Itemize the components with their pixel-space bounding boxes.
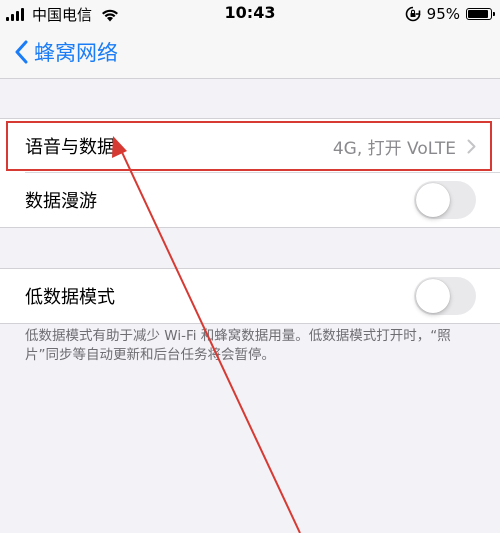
voice-data-value: 4G, 打开 VoLTE [332, 138, 456, 159]
toggle-knob [416, 279, 450, 313]
status-right: 95% [405, 4, 495, 24]
data-roaming-label: 数据漫游 [25, 191, 97, 212]
low-data-mode-label: 低数据模式 [25, 287, 115, 308]
cellular-options-group: 语音与数据 4G, 打开 VoLTE 数据漫游 [0, 118, 500, 228]
low-data-mode-row: 低数据模式 [0, 269, 500, 323]
data-roaming-toggle[interactable] [414, 181, 476, 219]
battery-level [468, 10, 488, 18]
status-bar: 中国电信 10:43 95% [0, 0, 500, 28]
low-data-group: 低数据模式 [0, 268, 500, 324]
back-label: 蜂窝网络 [34, 41, 118, 65]
battery-percent: 95% [426, 5, 460, 23]
rotation-lock-icon [405, 6, 420, 22]
chevron-left-icon [15, 40, 28, 64]
low-data-mode-toggle[interactable] [414, 277, 476, 315]
nav-bar: 蜂窝网络 [0, 28, 500, 79]
back-button[interactable]: 蜂窝网络 [14, 37, 118, 67]
chevron-right-icon [467, 139, 476, 154]
battery-icon [466, 8, 495, 20]
data-roaming-row: 数据漫游 [0, 173, 500, 227]
annotation-arrow [112, 136, 301, 533]
toggle-knob [416, 183, 450, 217]
low-data-mode-description: 低数据模式有助于减少 Wi-Fi 和蜂窝数据用量。低数据模式打开时，“照片”同步… [25, 328, 451, 363]
voice-data-row[interactable]: 语音与数据 4G, 打开 VoLTE [0, 119, 500, 173]
voice-data-label: 语音与数据 [25, 137, 115, 158]
